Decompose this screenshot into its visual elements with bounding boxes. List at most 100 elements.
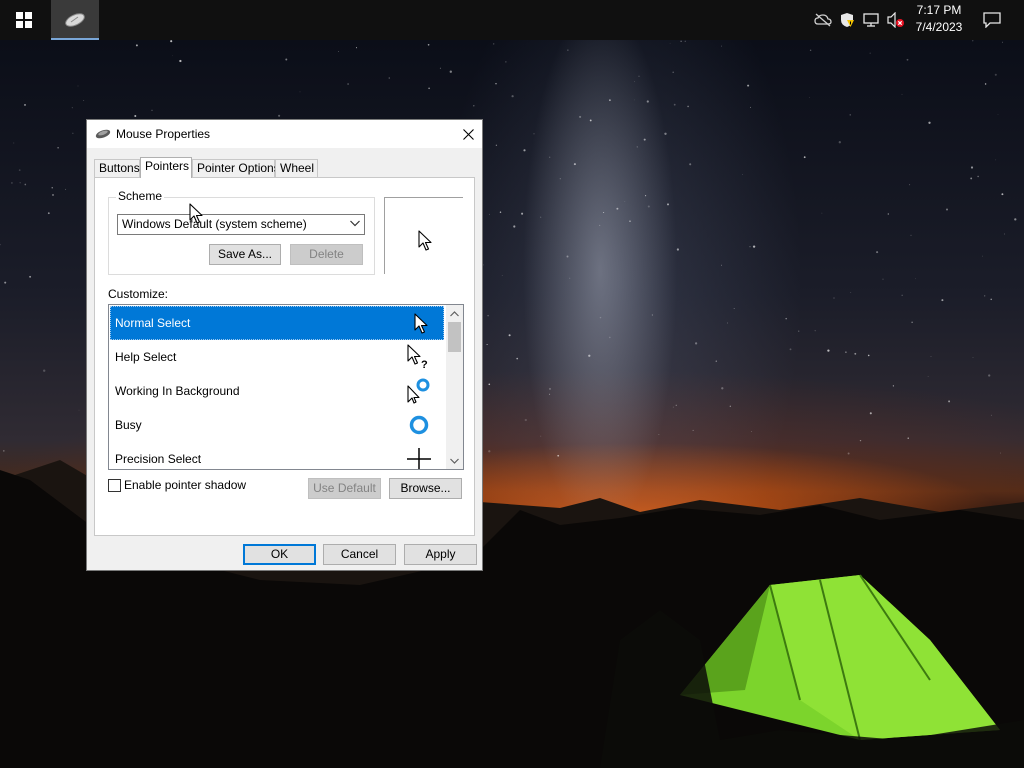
dialog-titlebar[interactable]: Mouse Properties: [87, 120, 482, 148]
star: [910, 234, 912, 237]
star: [907, 437, 909, 439]
star: [638, 75, 640, 77]
cursor-list[interactable]: Normal Select Help Select ? Working In B…: [108, 304, 464, 470]
taskbar-mouse-properties-button[interactable]: [51, 0, 99, 40]
star: [488, 450, 491, 453]
busy-cursor-icon: [409, 415, 429, 435]
star: [495, 82, 497, 85]
star: [909, 184, 911, 186]
star: [135, 44, 138, 47]
chevron-up-icon: [450, 310, 459, 316]
security-warning-icon[interactable]: [837, 0, 857, 40]
crosshair-cursor-icon: [407, 448, 431, 469]
cancel-button[interactable]: Cancel: [323, 544, 396, 565]
star: [487, 314, 489, 317]
star: [43, 369, 46, 372]
arrow-cursor-icon: [418, 230, 432, 251]
scroll-down-button[interactable]: [446, 452, 463, 469]
star: [439, 67, 441, 69]
save-as-button[interactable]: Save As...: [209, 244, 281, 265]
star: [589, 119, 592, 122]
cloud-off-icon[interactable]: [813, 0, 833, 40]
star: [672, 406, 674, 408]
action-center-icon[interactable]: [978, 0, 1006, 40]
enable-pointer-shadow-checkbox[interactable]: [108, 479, 121, 492]
mouse-properties-dialog: Mouse Properties Buttons Pointers Pointe…: [86, 119, 483, 571]
enable-pointer-shadow-label[interactable]: Enable pointer shadow: [124, 478, 246, 492]
star: [876, 251, 879, 254]
star: [687, 105, 689, 108]
list-scrollbar[interactable]: [446, 305, 463, 469]
tab-pointers[interactable]: Pointers: [140, 157, 192, 178]
star: [495, 144, 498, 146]
scroll-up-button[interactable]: [446, 305, 463, 322]
list-item-normal-select[interactable]: Normal Select: [110, 306, 444, 340]
star: [608, 99, 611, 102]
scheme-dropdown[interactable]: Windows Default (system scheme): [117, 214, 365, 235]
star: [809, 96, 810, 98]
star: [647, 205, 650, 208]
working-cursor-icon: [407, 378, 430, 404]
tab-wheel[interactable]: Wheel: [275, 159, 318, 177]
list-item-precision-select[interactable]: Precision Select: [110, 442, 444, 469]
close-button[interactable]: [453, 120, 483, 148]
clock-time: 7:17 PM: [916, 3, 962, 17]
star: [629, 220, 631, 222]
star: [789, 348, 792, 351]
list-item-label: Normal Select: [115, 316, 191, 330]
star: [566, 255, 569, 258]
scheme-dropdown-value: Windows Default (system scheme): [122, 217, 307, 231]
cursor-preview-box: [384, 197, 463, 274]
star: [827, 349, 830, 352]
star: [664, 132, 667, 135]
star: [83, 99, 85, 101]
star: [624, 201, 626, 202]
browse-button[interactable]: Browse...: [389, 478, 462, 499]
star: [285, 58, 288, 61]
star: [172, 55, 174, 57]
star: [990, 298, 992, 301]
star: [882, 278, 884, 280]
star: [901, 93, 903, 95]
chevron-down-icon: [450, 458, 459, 464]
tab-buttons[interactable]: Buttons: [94, 159, 140, 177]
star: [892, 385, 895, 387]
volume-muted-icon[interactable]: [884, 0, 906, 40]
ok-button[interactable]: OK: [243, 544, 316, 565]
taskbar-clock[interactable]: 7:17 PM 7/4/2023: [908, 2, 970, 38]
star: [355, 47, 358, 49]
star: [636, 146, 638, 148]
star: [170, 40, 173, 43]
list-item-working-in-background[interactable]: Working In Background: [110, 374, 444, 408]
start-button[interactable]: [0, 0, 48, 40]
apply-button[interactable]: Apply: [404, 544, 477, 565]
star: [449, 70, 452, 73]
scroll-thumb[interactable]: [448, 322, 461, 352]
scheme-groupbox: Scheme Windows Default (system scheme) S…: [108, 189, 375, 275]
delete-button[interactable]: Delete: [290, 244, 363, 265]
star: [579, 115, 582, 118]
star: [278, 114, 281, 117]
star: [752, 245, 756, 248]
star: [928, 121, 931, 124]
use-default-button[interactable]: Use Default: [308, 478, 381, 499]
star: [869, 412, 872, 415]
star: [667, 203, 669, 206]
star: [428, 87, 430, 90]
list-item-busy[interactable]: Busy: [110, 408, 444, 442]
star: [499, 211, 502, 213]
star: [694, 342, 698, 345]
star: [658, 434, 660, 435]
chevron-down-icon: [350, 220, 360, 227]
star: [984, 295, 986, 297]
star: [179, 59, 182, 63]
list-item-help-select[interactable]: Help Select ?: [110, 340, 444, 374]
network-icon[interactable]: [861, 0, 881, 40]
star: [646, 100, 649, 103]
star: [1014, 218, 1017, 221]
star: [501, 275, 503, 276]
star: [533, 133, 535, 135]
tab-pointer-options[interactable]: Pointer Options: [192, 159, 280, 177]
star: [850, 291, 852, 293]
star: [809, 49, 812, 52]
